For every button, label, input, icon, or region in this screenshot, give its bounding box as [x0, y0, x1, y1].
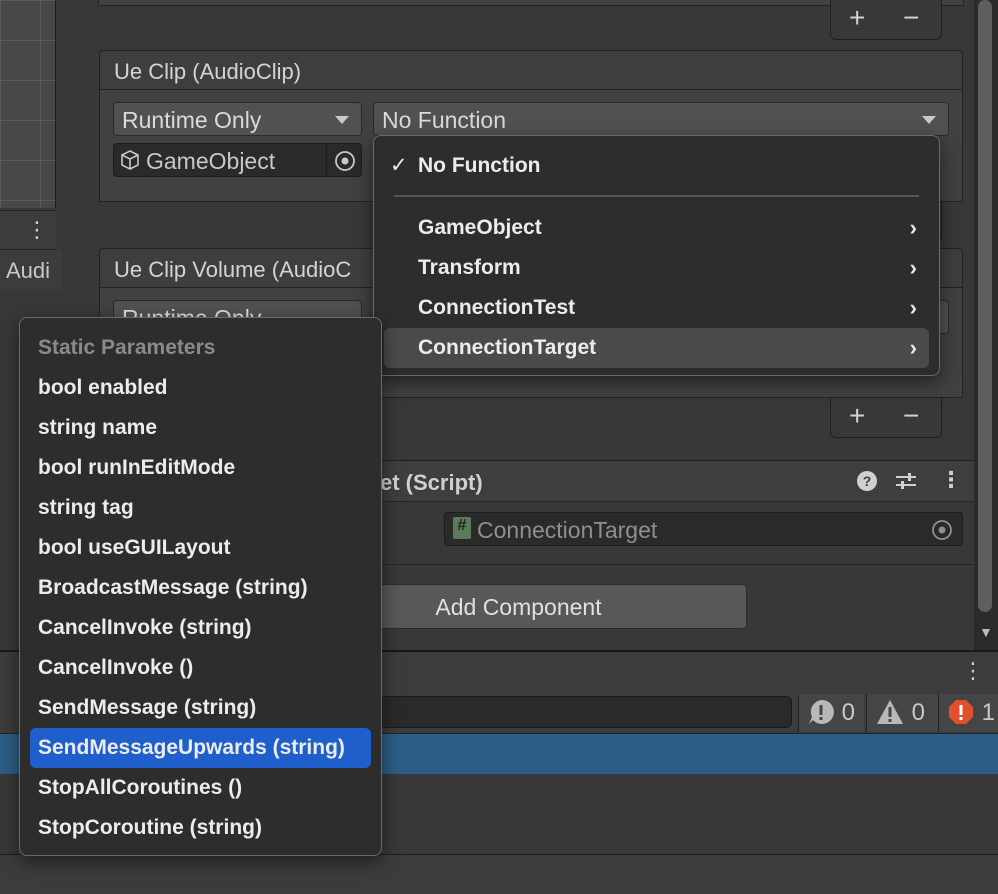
presets-icon[interactable]: [894, 470, 918, 498]
help-icon[interactable]: ?: [856, 470, 878, 498]
script-field: # ConnectionTarget: [444, 512, 963, 546]
menu-item-bool-useguilayout[interactable]: bool useGUILayout: [30, 528, 371, 568]
menu-separator: [394, 195, 919, 197]
cube-icon: [120, 149, 140, 177]
warning-icon: [877, 700, 903, 724]
scrollbar-thumb[interactable]: [978, 0, 992, 612]
menu-item-label: Transform: [418, 256, 521, 279]
scene-view[interactable]: [0, 0, 56, 208]
info-icon: [809, 699, 834, 724]
info-count-toggle[interactable]: 0: [798, 694, 864, 732]
chevron-right-icon: ›: [909, 255, 917, 280]
error-icon: [949, 700, 973, 724]
more-options-icon[interactable]: ⋮: [940, 467, 962, 493]
menu-item-cancelinvoke[interactable]: CancelInvoke (): [30, 648, 371, 688]
object-picker-icon[interactable]: [334, 150, 356, 178]
function-dropdown[interactable]: No Function: [373, 102, 949, 136]
menu-item-stopallcoroutines[interactable]: StopAllCoroutines (): [30, 768, 371, 808]
event-title: Ue Clip (AudioClip): [114, 59, 302, 84]
menu-item-gameobject[interactable]: GameObject ›: [384, 208, 929, 248]
remove-listener-button[interactable]: −: [903, 2, 919, 34]
script-field-value: ConnectionTarget: [477, 517, 658, 543]
error-count-toggle[interactable]: 1: [938, 694, 998, 732]
scroll-down-icon[interactable]: ▼: [979, 624, 993, 640]
chevron-down-icon: [335, 116, 349, 124]
menu-item-label: No Function: [418, 154, 541, 177]
chevron-right-icon: ›: [909, 335, 917, 360]
menu-item-label: ConnectionTest: [418, 296, 576, 319]
chevron-right-icon: ›: [909, 215, 917, 240]
more-options-icon[interactable]: ⋮: [26, 217, 48, 243]
remove-listener-button[interactable]: −: [903, 400, 919, 432]
menu-item-cancelinvoke-string[interactable]: CancelInvoke (string): [30, 608, 371, 648]
menu-item-label: GameObject: [418, 216, 542, 239]
menu-section-header: Static Parameters: [38, 336, 216, 359]
target-object-field[interactable]: GameObject: [113, 143, 362, 177]
menu-item-bool-runineditmode[interactable]: bool runInEditMode: [30, 448, 371, 488]
menu-item-string-tag[interactable]: string tag: [30, 488, 371, 528]
warning-count: 0: [911, 699, 926, 726]
event-title: Ue Clip Volume (AudioC: [114, 257, 352, 282]
console-search-input[interactable]: [380, 696, 792, 728]
menu-item-label: ConnectionTarget: [418, 336, 597, 359]
menu-item-string-name[interactable]: string name: [30, 408, 371, 448]
audio-tab-label: Audi: [6, 258, 51, 283]
event-plus-minus: + −: [830, 398, 942, 438]
function-menu: ✓ No Function GameObject › Transform › Con…: [373, 135, 940, 376]
info-count: 0: [841, 699, 856, 726]
object-picker-icon: [931, 519, 953, 547]
add-listener-button[interactable]: +: [849, 2, 865, 34]
function-value: No Function: [382, 107, 507, 133]
menu-item-transform[interactable]: Transform ›: [384, 248, 929, 288]
menu-item-no-function[interactable]: ✓ No Function: [384, 146, 929, 186]
audio-tab[interactable]: Audi: [0, 250, 62, 290]
runtime-mode-value: Runtime Only: [122, 107, 262, 133]
checkmark-icon: ✓: [390, 154, 408, 177]
chevron-right-icon: ›: [909, 295, 917, 320]
left-panel-toolbar: ⋮: [0, 210, 56, 250]
previous-event-plus-minus: + −: [830, 0, 942, 40]
console-detail-area: [0, 854, 998, 894]
parameters-menu: Static Parameters bool enabled string na…: [19, 317, 382, 856]
component-title: et (Script): [380, 470, 483, 495]
divider: [326, 143, 327, 177]
more-options-icon[interactable]: ⋮: [962, 658, 984, 684]
error-count: 1: [981, 699, 996, 726]
target-object-value: GameObject: [146, 148, 276, 174]
event-header: Ue Clip (AudioClip): [99, 50, 963, 90]
add-component-label: Add Component: [435, 594, 602, 620]
chevron-down-icon: [922, 116, 936, 124]
menu-item-stopcoroutine[interactable]: StopCoroutine (string): [30, 808, 371, 848]
menu-item-bool-enabled[interactable]: bool enabled: [30, 368, 371, 408]
warning-count-toggle[interactable]: 0: [866, 694, 938, 732]
menu-item-sendmessage[interactable]: SendMessage (string): [30, 688, 371, 728]
runtime-mode-dropdown[interactable]: Runtime Only: [113, 102, 362, 136]
menu-item-broadcastmessage[interactable]: BroadcastMessage (string): [30, 568, 371, 608]
menu-item-connectiontarget[interactable]: ConnectionTarget ›: [384, 328, 929, 368]
menu-item-sendmessageupwards[interactable]: SendMessageUpwards (string): [30, 728, 371, 768]
svg-text:?: ?: [863, 473, 872, 489]
add-listener-button[interactable]: +: [849, 400, 865, 432]
script-icon: #: [453, 517, 471, 539]
menu-item-connectiontest[interactable]: ConnectionTest ›: [384, 288, 929, 328]
